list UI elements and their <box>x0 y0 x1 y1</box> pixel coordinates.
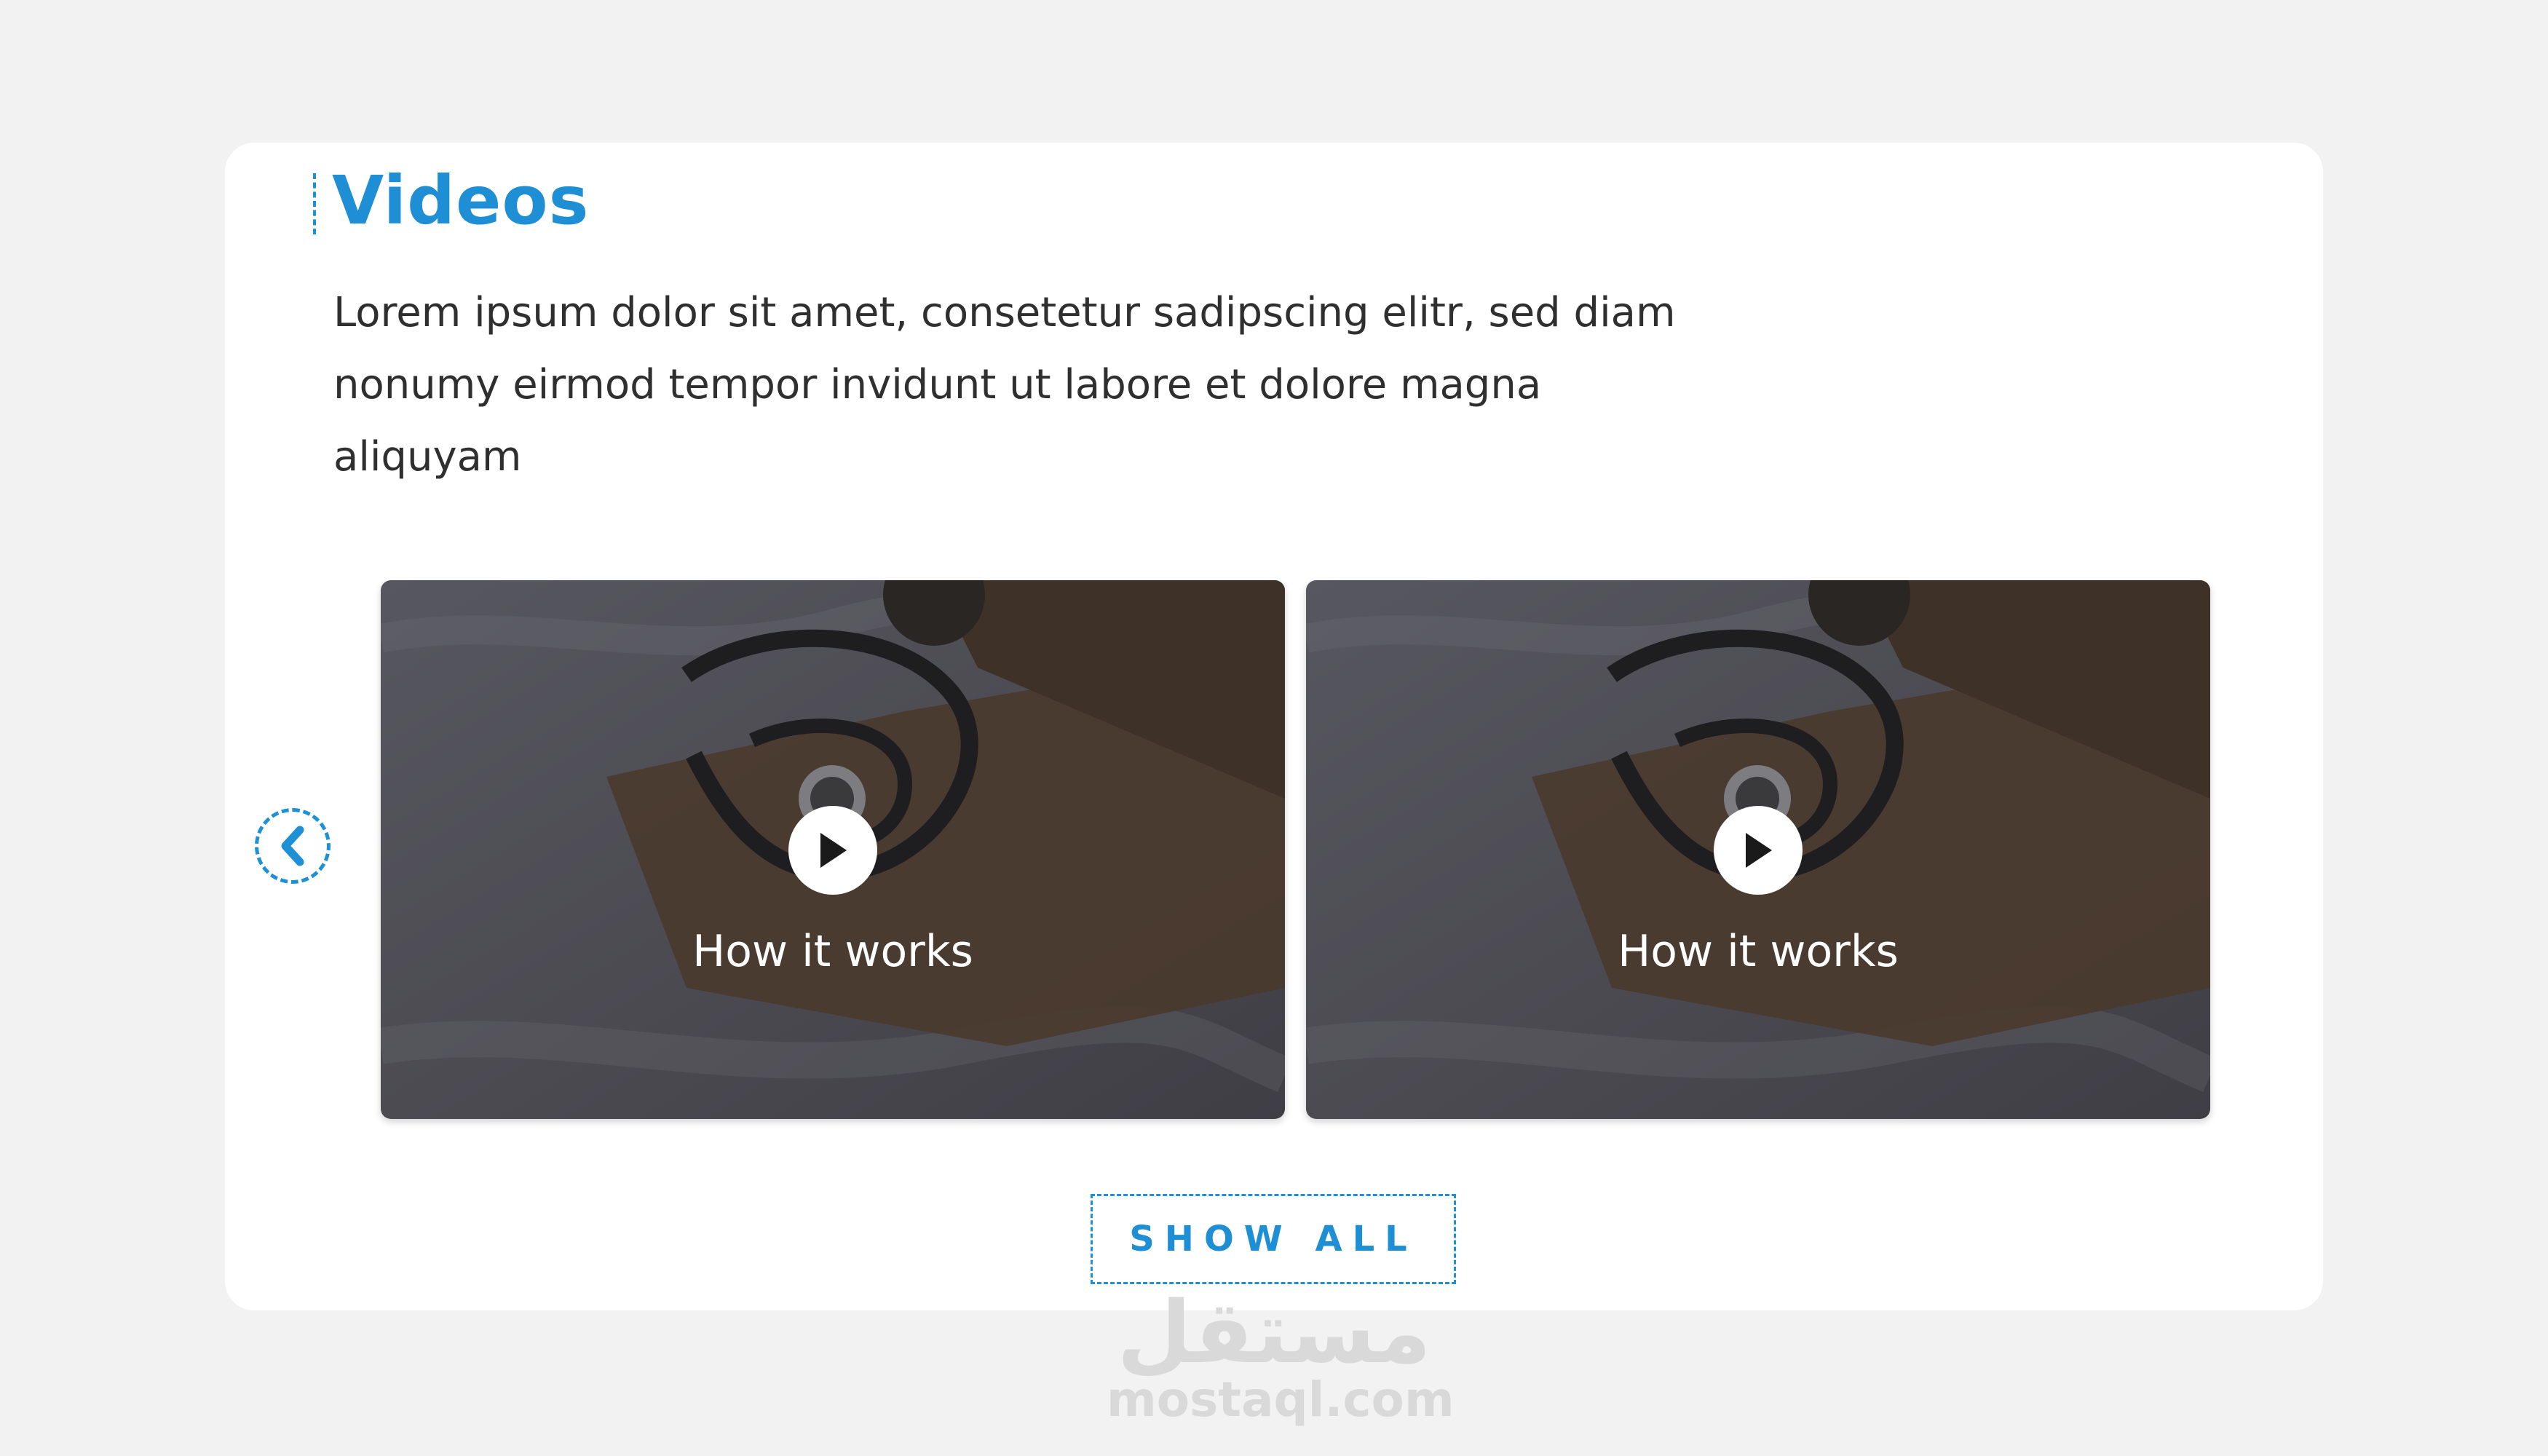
play-button[interactable] <box>1714 806 1803 895</box>
video-card[interactable]: How it works <box>381 580 1285 1119</box>
section-description: Lorem ipsum dolor sit amet, consetetur s… <box>333 277 1717 493</box>
description-line: Lorem ipsum dolor sit amet, consetetur s… <box>333 289 1676 336</box>
show-all-button[interactable]: SHOW ALL <box>1091 1194 1456 1284</box>
play-icon <box>820 833 847 868</box>
description-line: nonumy eirmod tempor invidunt ut labore … <box>333 361 1542 480</box>
play-button[interactable] <box>788 806 877 895</box>
video-card[interactable]: How it works <box>1306 580 2210 1119</box>
watermark: مستقل mostaql.com <box>1107 1282 1455 1428</box>
section-title: Videos <box>332 162 590 240</box>
title-accent-bar <box>313 173 316 234</box>
watermark-domain: mostaql.com <box>1107 1372 1455 1428</box>
chevron-left-icon <box>281 826 304 866</box>
carousel-prev-button[interactable] <box>255 808 331 884</box>
play-icon <box>1746 833 1772 868</box>
video-caption: How it works <box>1618 926 1899 977</box>
video-caption: How it works <box>692 926 973 977</box>
watermark-arabic: مستقل <box>1117 1282 1431 1382</box>
